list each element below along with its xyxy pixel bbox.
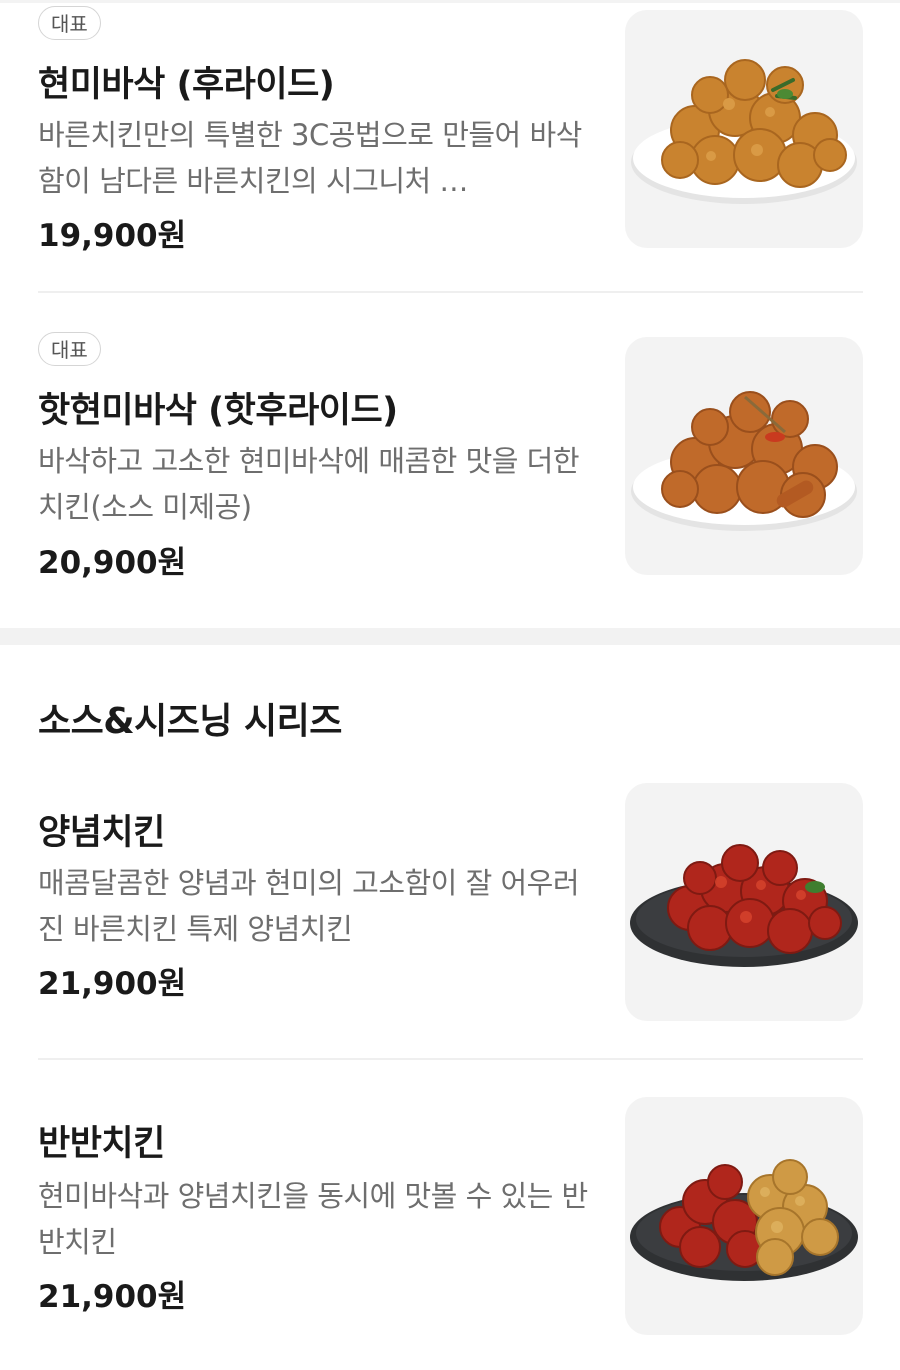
menu-item-yangnyeom-chicken[interactable]: 양념치킨 매콤달콤한 양념과 현미의 고소함이 잘 어우러진 바른치킨 특제 양… [0, 760, 900, 1058]
menu-item-hyunmi-basak[interactable]: 대표 현미바삭 (후라이드) 바른치킨만의 특별한 3C공법으로 만들어 바삭함… [0, 0, 900, 292]
item-price: 20,900원 [38, 545, 187, 581]
item-name: 양념치킨 [38, 813, 165, 853]
menu-item-hot-hyunmi-basak[interactable]: 대표 핫현미바삭 (핫후라이드) 바삭하고 고소한 현미바삭에 매콤한 맛을 더… [0, 292, 900, 628]
section-title: 소스&시즈닝 시리즈 [38, 701, 342, 742]
item-price: 19,900원 [38, 218, 187, 254]
item-name: 반반치킨 [38, 1124, 165, 1164]
item-name: 핫현미바삭 (핫후라이드) [38, 391, 398, 431]
item-description: 매콤달콤한 양념과 현미의 고소함이 잘 어우러진 바른치킨 특제 양념치킨 [38, 866, 580, 946]
item-name: 현미바삭 (후라이드) [38, 65, 335, 105]
fried-chicken-plate-icon[interactable] [625, 10, 863, 248]
hot-fried-chicken-plate-icon[interactable] [625, 337, 863, 575]
item-description: 현미바삭과 양념치킨을 동시에 맛볼 수 있는 반반치킨 [38, 1179, 588, 1259]
item-price: 21,900원 [38, 1279, 187, 1315]
half-half-chicken-plate-icon[interactable] [625, 1097, 863, 1335]
signature-badge: 대표 [38, 332, 101, 366]
item-description: 바삭하고 고소한 현미바삭에 매콤한 맛을 더한 치킨(소스 미제공) [38, 444, 580, 524]
menu-item-banban-chicken[interactable]: 반반치킨 현미바삭과 양념치킨을 동시에 맛볼 수 있는 반반치킨 21,900… [0, 1059, 900, 1370]
sauced-chicken-plate-icon[interactable] [625, 783, 863, 1021]
section-gap [0, 628, 900, 645]
item-description: 바른치킨만의 특별한 3C공법으로 만들어 바삭함이 남다른 바른치킨의 시그니… [38, 118, 582, 198]
signature-badge: 대표 [38, 6, 101, 40]
item-price: 21,900원 [38, 966, 187, 1002]
